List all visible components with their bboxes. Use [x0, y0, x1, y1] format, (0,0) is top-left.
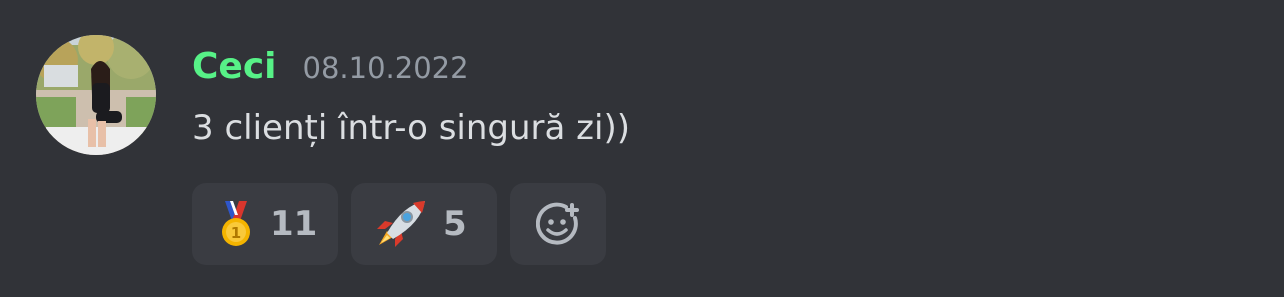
avatar[interactable] [36, 35, 156, 155]
reaction-count: 5 [443, 204, 467, 244]
add-reaction-icon [536, 202, 580, 246]
reaction-rocket[interactable]: 5 [351, 183, 497, 265]
chat-message: Ceci 08.10.2022 3 clienți într-o singură… [0, 0, 1284, 297]
message-header: Ceci 08.10.2022 [192, 46, 469, 92]
reaction-medal[interactable]: 1 11 [192, 183, 338, 265]
reactions-bar: 1 11 5 [192, 183, 606, 265]
reaction-count: 11 [270, 204, 318, 244]
rocket-icon [373, 199, 427, 249]
svg-text:1: 1 [231, 224, 241, 242]
add-reaction-button[interactable] [510, 183, 606, 265]
first-place-medal-icon: 1 [218, 201, 254, 247]
username[interactable]: Ceci [192, 46, 277, 87]
message-text: 3 clienți într-o singură zi)) [192, 108, 630, 148]
timestamp: 08.10.2022 [302, 51, 469, 85]
